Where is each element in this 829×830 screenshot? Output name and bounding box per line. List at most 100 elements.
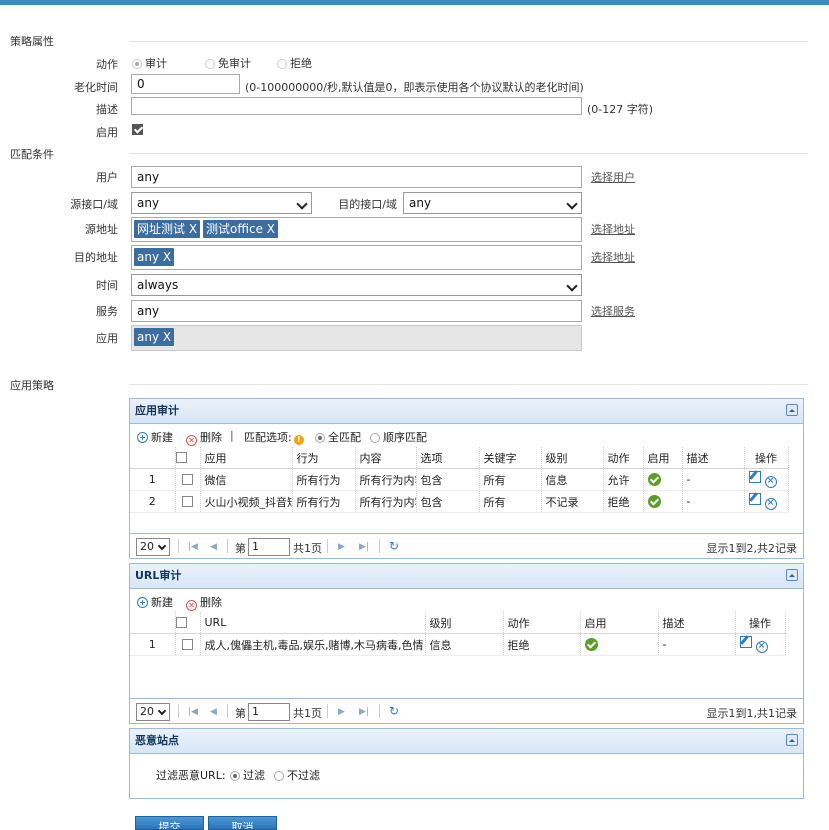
collapse-icon[interactable]: [786, 734, 798, 746]
app-audit-pager: 20 |◀ ◀ 第 1 共1页 ▶ ▶| ↻ 显示1到2,共2记录: [130, 533, 803, 558]
filter-on-option[interactable]: 过滤: [230, 767, 265, 783]
filter-malicious-label: 过滤恶意URL:: [156, 769, 226, 782]
radio-icon[interactable]: [132, 59, 142, 69]
first-page-icon[interactable]: |◀: [188, 542, 198, 552]
time-select[interactable]: always: [131, 274, 582, 296]
url-audit-delete-button[interactable]: ✕ 删除: [186, 594, 222, 611]
table-row[interactable]: 1 微信 所有行为 所有行为内容 包含 所有 信息 允许 - ×: [130, 468, 789, 491]
radio-icon[interactable]: [277, 59, 287, 69]
col-option[interactable]: 选项: [416, 447, 480, 469]
app-audit-delete-button[interactable]: ✕ 删除: [186, 429, 222, 446]
time-label: 时间: [96, 279, 118, 292]
match-order-option[interactable]: 顺序匹配: [370, 429, 427, 445]
radio-icon[interactable]: [205, 59, 215, 69]
collapse-icon[interactable]: [786, 569, 798, 581]
col-action[interactable]: 动作: [603, 447, 644, 469]
col-level[interactable]: 级别: [541, 447, 604, 469]
row-checkbox[interactable]: [181, 496, 193, 507]
select-src-addr-link[interactable]: 选择地址: [591, 221, 635, 237]
prev-page-icon[interactable]: ◀: [210, 707, 217, 717]
remove-icon[interactable]: ×: [764, 476, 777, 488]
next-page-icon[interactable]: ▶: [338, 542, 345, 552]
cancel-button[interactable]: 取消: [208, 816, 277, 830]
page-number-input[interactable]: 1: [248, 703, 290, 721]
desc-label: 描述: [96, 103, 118, 116]
tag-chip[interactable]: 网址测试 X: [134, 220, 201, 238]
table-row[interactable]: 2 火山小视频_抖音短视频 所有行为 所有行为内容 包含 所有 不记录 拒绝 -…: [130, 490, 789, 513]
desc-input[interactable]: [131, 97, 582, 115]
user-input[interactable]: any: [131, 166, 582, 188]
src-if-select[interactable]: any: [131, 192, 312, 214]
aging-label: 老化时间: [74, 81, 118, 94]
last-page-icon[interactable]: ▶|: [359, 542, 369, 552]
match-all-option[interactable]: 全匹配: [315, 429, 361, 445]
remove-icon[interactable]: ×: [755, 641, 768, 653]
select-service-link[interactable]: 选择服务: [591, 303, 635, 319]
select-all-checkbox[interactable]: [175, 452, 187, 463]
row-checkbox[interactable]: [181, 474, 193, 485]
aging-hint: (0-100000000/秒,默认值是0，即表示使用各个协议默认的老化时间): [245, 81, 584, 94]
enable-checkbox[interactable]: [132, 124, 143, 135]
radio-icon[interactable]: [370, 433, 380, 443]
radio-icon[interactable]: [274, 771, 284, 781]
toolbar-divider: |: [230, 429, 234, 442]
col-action[interactable]: 动作: [503, 612, 581, 634]
col-enable[interactable]: 启用: [643, 447, 683, 469]
row-checkbox[interactable]: [181, 639, 193, 650]
select-dst-addr-link[interactable]: 选择地址: [591, 249, 635, 265]
app-audit-add-button[interactable]: 新建: [137, 429, 173, 445]
select-all-checkbox[interactable]: [175, 617, 187, 628]
prev-page-icon[interactable]: ◀: [210, 542, 217, 552]
col-content[interactable]: 内容: [355, 447, 417, 469]
last-page-icon[interactable]: ▶|: [359, 707, 369, 717]
url-audit-panel-header: URL审计: [130, 564, 803, 589]
chevron-down-icon: [296, 198, 308, 210]
page-number-input[interactable]: 1: [248, 538, 290, 556]
edit-icon[interactable]: [748, 493, 761, 505]
aging-input[interactable]: 0: [131, 74, 240, 94]
service-input[interactable]: any: [131, 300, 582, 322]
enabled-check-icon: [647, 495, 661, 508]
page-size-select[interactable]: 20: [136, 703, 170, 721]
select-user-link[interactable]: 选择用户: [591, 169, 635, 185]
first-page-icon[interactable]: |◀: [188, 707, 198, 717]
col-keyword[interactable]: 关键字: [479, 447, 542, 469]
action-no-audit-option[interactable]: 免审计: [205, 55, 251, 71]
url-audit-add-button[interactable]: 新建: [137, 594, 173, 610]
table-header-row: URL 级别 动作 启用 描述 操作: [130, 612, 786, 634]
col-url[interactable]: URL: [200, 612, 426, 634]
submit-button[interactable]: 提交: [135, 816, 204, 830]
remove-icon[interactable]: ×: [764, 498, 777, 510]
src-addr-field[interactable]: 网址测试 X 测试office X: [131, 217, 582, 242]
radio-icon[interactable]: [315, 433, 325, 443]
col-app[interactable]: 应用: [200, 447, 293, 469]
dst-addr-field[interactable]: any X: [131, 245, 582, 270]
app-audit-table: 应用 行为 内容 选项 关键字 级别 动作 启用 描述 操作 1 微信 所有行为…: [130, 447, 789, 513]
collapse-icon[interactable]: [786, 404, 798, 416]
refresh-icon[interactable]: ↻: [389, 704, 399, 718]
dst-if-select[interactable]: any: [403, 192, 582, 214]
edit-icon[interactable]: [739, 636, 752, 648]
next-page-icon[interactable]: ▶: [338, 707, 345, 717]
action-label: 动作: [96, 58, 118, 71]
page-size-select[interactable]: 20: [136, 538, 170, 556]
section-title-app-policy: 应用策略: [10, 379, 54, 392]
col-behavior[interactable]: 行为: [292, 447, 356, 469]
action-audit-option[interactable]: 审计: [132, 55, 167, 71]
radio-icon[interactable]: [230, 771, 240, 781]
action-deny-option[interactable]: 拒绝: [277, 55, 312, 71]
tag-chip[interactable]: 测试office X: [203, 220, 279, 238]
edit-icon[interactable]: [748, 471, 761, 483]
col-level[interactable]: 级别: [425, 612, 504, 634]
chevron-down-icon: [566, 280, 578, 292]
tag-chip[interactable]: any X: [134, 248, 175, 266]
delete-icon: ✕: [186, 600, 197, 611]
malicious-panel-header: 恶意站点: [130, 729, 803, 754]
refresh-icon[interactable]: ↻: [389, 539, 399, 553]
col-desc[interactable]: 描述: [682, 447, 745, 469]
enabled-check-icon: [584, 638, 598, 651]
table-row[interactable]: 1 成人,傀儡主机,毒品,娱乐,赌博,木马病毒,色情 信息 拒绝 - ×: [130, 633, 786, 656]
col-enable[interactable]: 启用: [580, 612, 659, 634]
filter-off-option[interactable]: 不过滤: [274, 767, 320, 783]
col-desc[interactable]: 描述: [658, 612, 736, 634]
